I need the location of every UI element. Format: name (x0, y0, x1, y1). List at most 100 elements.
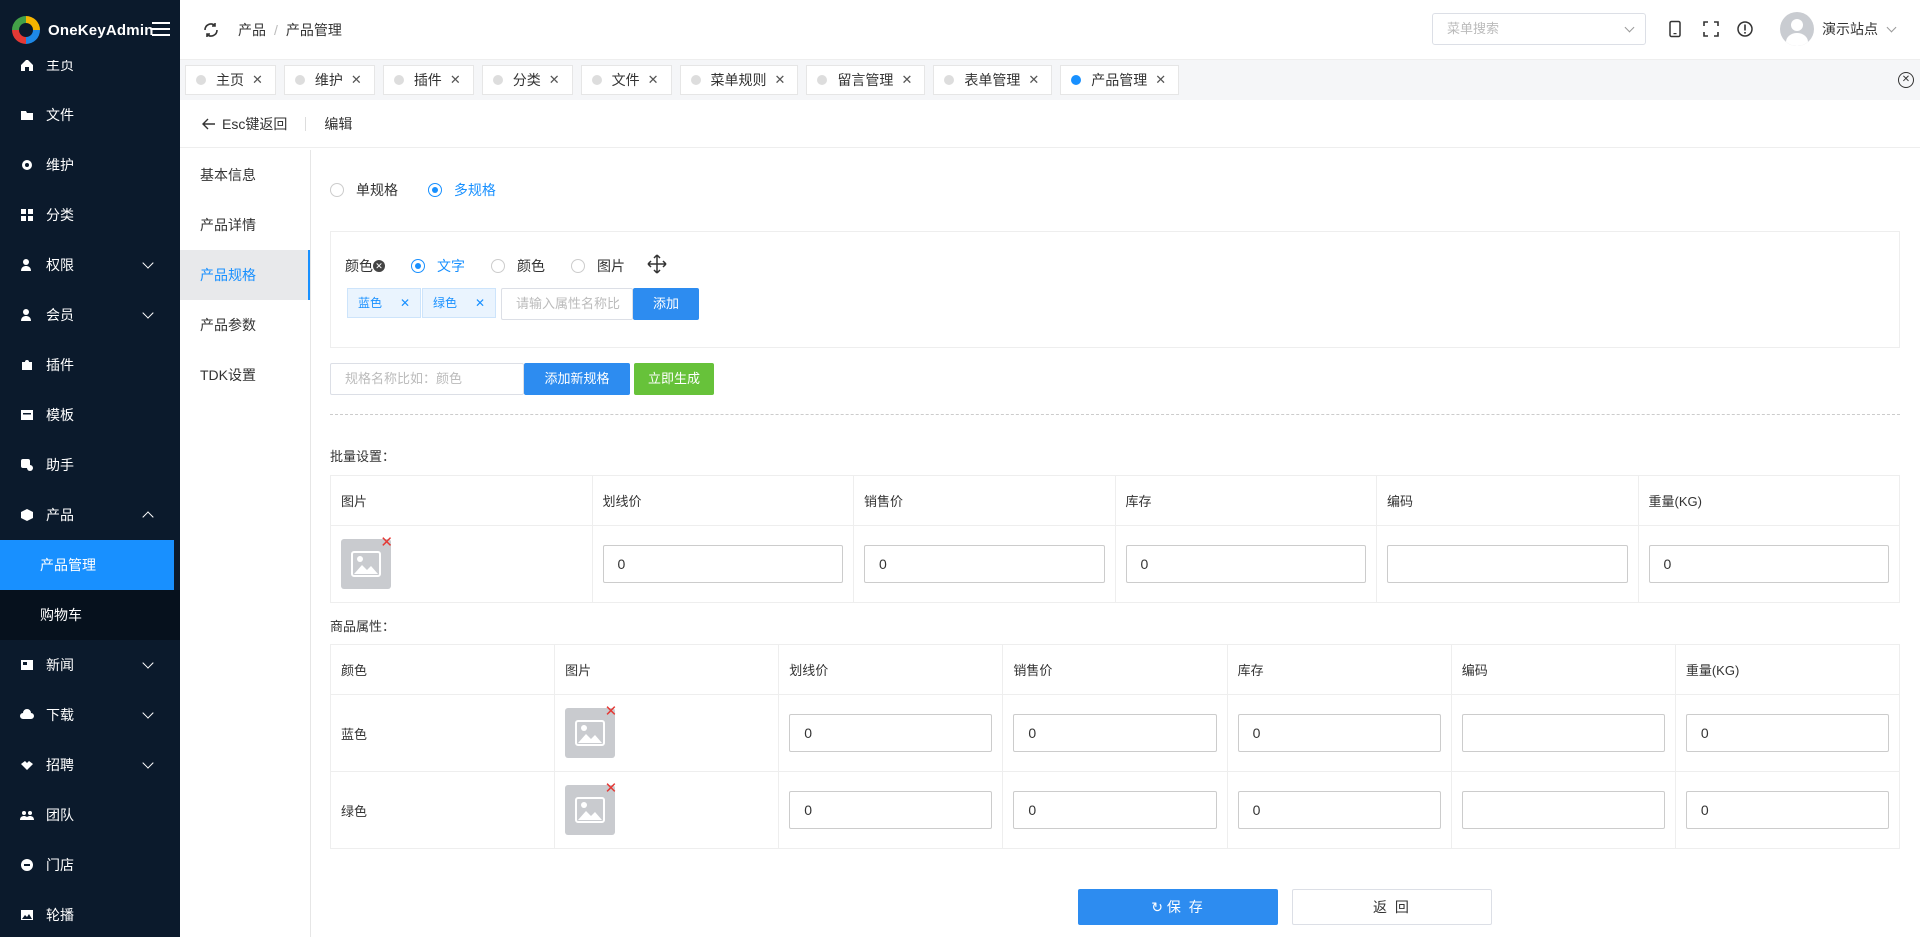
sidebar-item-product[interactable]: 产品 (0, 490, 180, 540)
sidebar-item-label: 下载 (46, 707, 74, 723)
image-upload[interactable]: ✕ (565, 781, 617, 835)
sidebar-item-download[interactable]: 下载 (0, 690, 180, 740)
tab-home[interactable]: 主页 ✕ (185, 65, 276, 95)
section-product-detail[interactable]: 产品详情 (180, 200, 310, 250)
refresh-icon[interactable] (202, 21, 220, 39)
add-value-button[interactable]: 添加 (633, 288, 699, 320)
tab-menu-rules[interactable]: 菜单规则 ✕ (679, 65, 799, 95)
sale-price-input[interactable]: 0 (864, 545, 1105, 583)
close-icon[interactable]: ✕ (252, 72, 263, 88)
close-icon[interactable]: ✕ (1155, 72, 1166, 88)
save-button[interactable]: ↻ 保 存 (1078, 889, 1278, 925)
remove-image-icon[interactable]: ✕ (605, 781, 618, 796)
radio-label: 颜色 (517, 257, 545, 274)
menu-toggle-icon[interactable] (152, 22, 170, 38)
logo-icon (12, 16, 40, 44)
sidebar-item-news[interactable]: 新闻 (0, 640, 180, 690)
tab-category[interactable]: 分类 ✕ (481, 65, 573, 95)
remove-image-icon[interactable]: ✕ (605, 704, 618, 719)
sidebar-item-recruit[interactable]: 招聘 (0, 740, 180, 790)
close-icon[interactable]: ✕ (549, 72, 560, 88)
stock-input[interactable]: 0 (1237, 714, 1441, 752)
tab-product-manage[interactable]: 产品管理 ✕ (1060, 65, 1180, 95)
sidebar-item-member[interactable]: 会员 (0, 290, 180, 340)
radio-single-spec[interactable]: 单规格 (330, 180, 398, 200)
tab-form[interactable]: 表单管理 ✕ (933, 65, 1053, 95)
sidebar-item-assistant[interactable]: 助手 (0, 440, 180, 490)
sale-price-input[interactable]: 0 (1013, 714, 1217, 752)
menu-search-select[interactable]: 菜单搜索 (1432, 13, 1646, 45)
table-row: 蓝色 ✕ 0 0 0 0 (329, 694, 1901, 772)
spec-name-input[interactable]: 规格名称比如：颜色 (330, 363, 524, 395)
section-product-params[interactable]: 产品参数 (180, 300, 310, 350)
sidebar-item-permission[interactable]: 权限 (0, 240, 180, 290)
radio-type-image[interactable]: 图片 (571, 256, 625, 276)
tab-dot (591, 75, 602, 85)
generate-button[interactable]: 立即生成 (634, 363, 714, 395)
market-price-input[interactable]: 0 (789, 714, 993, 752)
tab-plugin[interactable]: 插件 ✕ (382, 65, 474, 95)
section-basic-info[interactable]: 基本信息 (180, 150, 310, 200)
attribute-value-cell: 绿色 (329, 771, 556, 849)
fullscreen-icon[interactable] (1702, 20, 1720, 38)
weight-input[interactable]: 0 (1685, 714, 1889, 752)
radio-multi-spec[interactable]: 多规格 (427, 180, 496, 200)
breadcrumb-item[interactable]: 产品 (238, 22, 266, 38)
market-price-input[interactable]: 0 (789, 791, 993, 829)
app-logo[interactable]: OneKeyAdmin (0, 0, 180, 60)
user-menu[interactable]: 演示站点 (1780, 12, 1897, 46)
weight-input[interactable]: 0 (1685, 791, 1889, 829)
spec-attribute-name[interactable]: 颜色 (345, 256, 373, 276)
image-upload[interactable]: ✕ (341, 535, 393, 589)
sidebar-subitem-product-manage[interactable]: 产品管理 (0, 540, 174, 590)
close-icon[interactable]: ✕ (1028, 72, 1039, 88)
sidebar-item-maintain[interactable]: 维护 (0, 140, 180, 190)
sidebar-item-store[interactable]: 门店 (0, 840, 180, 890)
code-input[interactable] (1461, 714, 1665, 752)
radio-type-text[interactable]: 文字 (411, 256, 465, 276)
sidebar-subitem-cart[interactable]: 购物车 (0, 590, 180, 640)
tab-label: 表单管理 (964, 72, 1021, 88)
close-icon[interactable]: ✕ (475, 296, 485, 310)
close-icon[interactable]: ✕ (450, 72, 461, 88)
market-price-input[interactable]: 0 (602, 545, 843, 583)
image-cell: ✕ (330, 525, 593, 603)
mobile-icon[interactable] (1666, 20, 1684, 38)
tab-maintain[interactable]: 维护 ✕ (283, 65, 375, 95)
close-icon[interactable]: ✕ (901, 72, 912, 88)
sidebar-item-carousel[interactable]: 轮播 (0, 890, 180, 937)
code-input[interactable] (1387, 545, 1628, 583)
radio-type-color[interactable]: 颜色 (491, 256, 545, 276)
remove-attribute-icon[interactable]: ✕ (373, 259, 385, 272)
stock-input[interactable]: 0 (1237, 791, 1441, 829)
close-icon[interactable]: ✕ (351, 72, 362, 88)
close-icon[interactable]: ✕ (648, 72, 659, 88)
sidebar-item-team[interactable]: 团队 (0, 790, 180, 840)
close-icon[interactable]: ✕ (775, 72, 786, 88)
stock-input[interactable]: 0 (1125, 545, 1366, 583)
sidebar-item-category[interactable]: 分类 (0, 190, 180, 240)
section-product-spec[interactable]: 产品规格 (180, 250, 310, 300)
remove-image-icon[interactable]: ✕ (380, 535, 393, 550)
radio-circle (491, 258, 505, 273)
tab-file[interactable]: 文件 ✕ (580, 65, 672, 95)
tab-message[interactable]: 留言管理 ✕ (806, 65, 926, 95)
sidebar-item-plugin[interactable]: 插件 (0, 340, 180, 390)
section-tdk[interactable]: TDK设置 (180, 350, 310, 400)
sale-price-input[interactable]: 0 (1013, 791, 1217, 829)
tab-label: 分类 (512, 72, 541, 88)
sidebar-item-template[interactable]: 模板 (0, 390, 180, 440)
attribute-value-input[interactable]: 请输入属性名称比 (501, 288, 633, 320)
info-icon[interactable] (1736, 20, 1754, 38)
close-icon[interactable]: ✕ (400, 296, 410, 310)
image-upload[interactable]: ✕ (565, 704, 617, 758)
return-button[interactable]: 返 回 (1292, 889, 1492, 925)
drag-move-icon[interactable] (647, 254, 667, 277)
add-spec-button[interactable]: 添加新规格 (524, 363, 630, 395)
sidebar-item-file[interactable]: 文件 (0, 90, 180, 140)
code-input[interactable] (1461, 791, 1665, 829)
weight-input[interactable]: 0 (1648, 545, 1889, 583)
image-placeholder-icon (351, 551, 381, 577)
close-all-tabs-icon[interactable]: ✕ (1898, 72, 1914, 88)
back-link[interactable]: Esc键返回 (202, 114, 287, 134)
